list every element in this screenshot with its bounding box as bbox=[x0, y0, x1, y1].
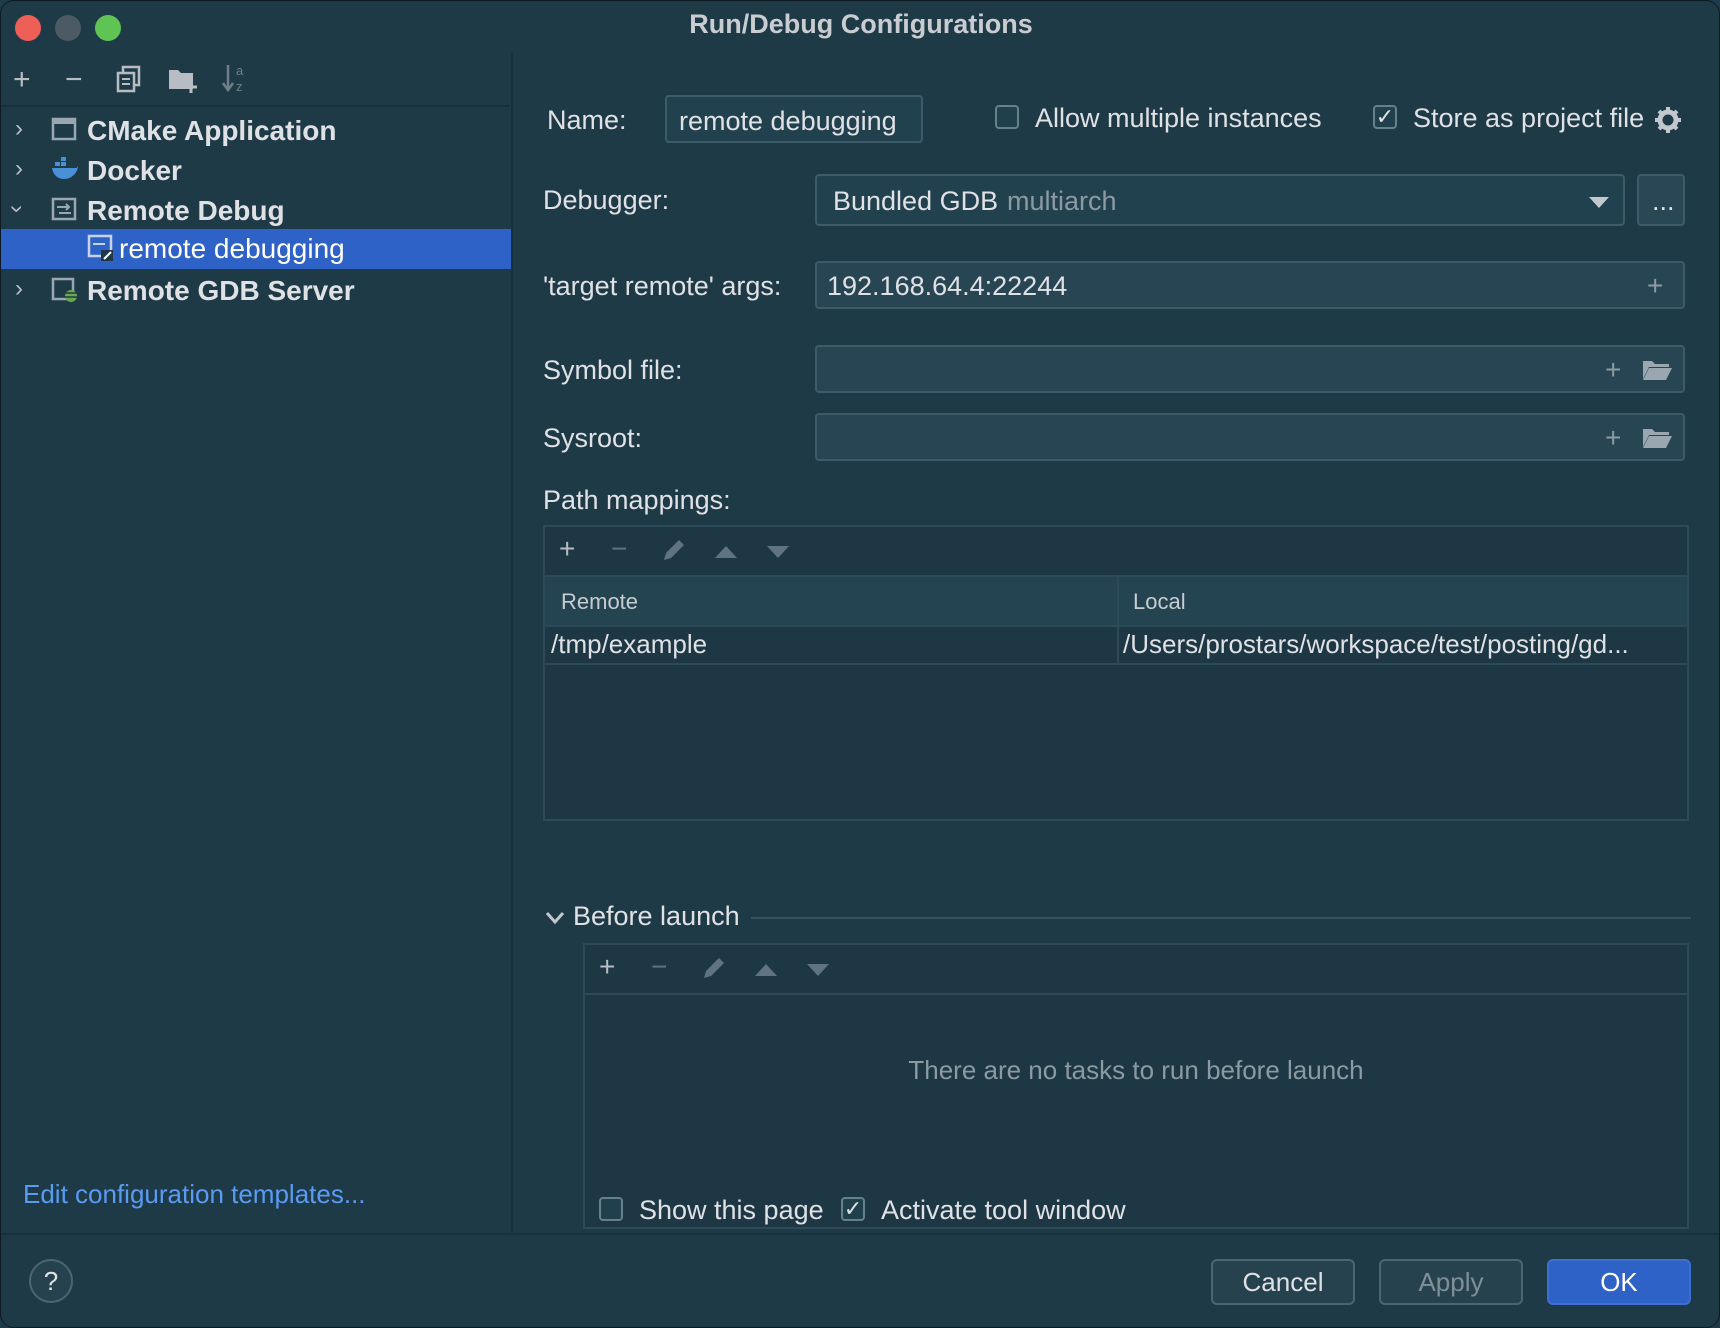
add-macro-icon[interactable]: + bbox=[1605, 424, 1621, 452]
column-header-local[interactable]: Local bbox=[1133, 589, 1186, 615]
tree-item-cmake-application[interactable]: › CMake Application bbox=[1, 111, 511, 151]
column-divider[interactable] bbox=[1117, 577, 1119, 625]
empty-tasks-text: There are no tasks to run before launch bbox=[908, 1055, 1364, 1085]
config-tree-panel: + − az › CMake Application › Docker › Re… bbox=[1, 53, 513, 1233]
remove-icon[interactable]: − bbox=[651, 951, 667, 983]
move-up-icon[interactable] bbox=[715, 545, 737, 563]
move-down-icon[interactable] bbox=[767, 545, 789, 563]
chevron-down-icon bbox=[1589, 196, 1609, 214]
table-cell-remote[interactable]: /tmp/example bbox=[551, 629, 707, 660]
table-cell-local[interactable]: /Users/prostars/workspace/test/posting/g… bbox=[1123, 629, 1629, 660]
move-up-icon[interactable] bbox=[755, 963, 777, 981]
footer-divider bbox=[1, 1233, 1719, 1235]
symbol-file-label: Symbol file: bbox=[543, 355, 683, 385]
section-divider bbox=[751, 917, 1691, 919]
column-header-remote[interactable]: Remote bbox=[561, 589, 638, 615]
edit-icon[interactable] bbox=[661, 537, 687, 568]
gear-icon[interactable] bbox=[1653, 105, 1683, 140]
debugger-label: Debugger: bbox=[543, 185, 670, 215]
tree-item-label: Docker bbox=[87, 155, 182, 186]
ok-button[interactable]: OK bbox=[1547, 1259, 1691, 1305]
tree-item-label: remote debugging bbox=[119, 233, 345, 264]
show-page-label: Show this page bbox=[639, 1195, 824, 1225]
before-launch-label[interactable]: Before launch bbox=[573, 901, 740, 932]
path-mappings-label: Path mappings: bbox=[543, 485, 731, 515]
store-project-checkbox[interactable]: ✓ bbox=[1373, 105, 1397, 129]
window-title: Run/Debug Configurations bbox=[689, 9, 1033, 39]
sysroot-label: Sysroot: bbox=[543, 423, 643, 453]
remote-debug-icon bbox=[51, 196, 77, 222]
add-icon[interactable]: + bbox=[13, 63, 31, 97]
allow-multiple-label: Allow multiple instances bbox=[1035, 103, 1322, 133]
folder-icon[interactable] bbox=[1641, 425, 1673, 456]
add-macro-icon[interactable]: + bbox=[1605, 356, 1621, 384]
chevron-right-icon[interactable]: › bbox=[15, 115, 23, 143]
toolbar-divider bbox=[585, 993, 1687, 995]
show-page-checkbox[interactable] bbox=[599, 1197, 623, 1221]
config-editor-panel: Name: remote debugging Allow multiple in… bbox=[511, 53, 1719, 1233]
apply-button[interactable]: Apply bbox=[1379, 1259, 1523, 1305]
chevron-right-icon[interactable]: › bbox=[15, 275, 23, 303]
remote-gdb-server-icon bbox=[51, 276, 77, 302]
checkmark-icon: ✓ bbox=[843, 1196, 863, 1221]
browse-button-label: ... bbox=[1652, 186, 1675, 216]
target-remote-value: 192.168.64.4:22244 bbox=[827, 271, 1068, 301]
allow-multiple-checkbox[interactable] bbox=[995, 105, 1019, 129]
new-folder-icon[interactable] bbox=[167, 65, 199, 98]
add-icon[interactable]: + bbox=[599, 951, 615, 983]
svg-text:z: z bbox=[236, 79, 243, 94]
store-project-label: Store as project file bbox=[1413, 103, 1645, 133]
tree-item-label: Remote GDB Server bbox=[87, 275, 355, 306]
debugger-suffix: multiarch bbox=[1007, 186, 1117, 216]
toolbar-divider bbox=[1, 105, 509, 107]
run-debug-dialog: Run/Debug Configurations + − az › CMake … bbox=[0, 0, 1720, 1328]
target-remote-field[interactable]: 192.168.64.4:22244 + bbox=[815, 261, 1685, 309]
tree-item-remote-debug[interactable]: › Remote Debug bbox=[1, 191, 511, 231]
table-header: Remote Local bbox=[545, 575, 1687, 627]
before-launch-tasks: + − There are no tasks to run before lau… bbox=[583, 943, 1689, 1229]
chevron-down-icon[interactable] bbox=[545, 911, 565, 930]
symbol-file-field[interactable]: + bbox=[815, 345, 1685, 393]
folder-icon[interactable] bbox=[1641, 357, 1673, 388]
name-field-value: remote debugging bbox=[679, 106, 897, 136]
add-icon[interactable]: + bbox=[559, 533, 575, 565]
activate-tool-window-checkbox[interactable]: ✓ bbox=[841, 1197, 865, 1221]
name-field[interactable]: remote debugging bbox=[665, 95, 923, 143]
target-remote-label: 'target remote' args: bbox=[543, 271, 782, 301]
tree-item-docker[interactable]: › Docker bbox=[1, 151, 511, 191]
cmake-app-icon bbox=[51, 116, 77, 142]
title-bar: Run/Debug Configurations bbox=[1, 1, 1719, 53]
activate-tool-window-label: Activate tool window bbox=[881, 1195, 1126, 1225]
tree-item-label: Remote Debug bbox=[87, 195, 285, 226]
help-button[interactable]: ? bbox=[29, 1259, 73, 1303]
svg-text:a: a bbox=[236, 63, 244, 78]
name-label: Name: bbox=[547, 105, 627, 135]
tree-item-remote-gdb-server[interactable]: › Remote GDB Server bbox=[1, 271, 511, 311]
debugger-select[interactable]: Bundled GDB multiarch bbox=[815, 174, 1625, 226]
path-mappings-table: + − Remote Local /tmp/example /Users/pro… bbox=[543, 525, 1689, 821]
add-macro-icon[interactable]: + bbox=[1647, 272, 1663, 300]
checkmark-icon: ✓ bbox=[1375, 104, 1395, 129]
debugger-browse-button[interactable]: ... bbox=[1637, 174, 1685, 226]
chevron-right-icon[interactable]: › bbox=[15, 155, 23, 183]
tree-item-label: CMake Application bbox=[87, 115, 337, 146]
remove-icon[interactable]: − bbox=[611, 533, 627, 565]
copy-icon[interactable] bbox=[115, 65, 143, 98]
column-divider bbox=[1117, 625, 1119, 663]
table-row[interactable]: /tmp/example /Users/prostars/workspace/t… bbox=[545, 625, 1687, 665]
edit-icon[interactable] bbox=[701, 955, 727, 986]
tree-item-remote-debugging[interactable]: remote debugging bbox=[1, 229, 511, 269]
docker-icon bbox=[51, 156, 78, 182]
move-down-icon[interactable] bbox=[807, 963, 829, 981]
remove-icon[interactable]: − bbox=[65, 63, 83, 97]
debugger-value: Bundled GDB bbox=[833, 186, 999, 216]
cancel-button[interactable]: Cancel bbox=[1211, 1259, 1355, 1305]
remote-debug-config-icon bbox=[87, 234, 113, 261]
sysroot-field[interactable]: + bbox=[815, 413, 1685, 461]
edit-configuration-templates-link[interactable]: Edit configuration templates... bbox=[23, 1179, 366, 1210]
sort-alpha-icon[interactable]: az bbox=[221, 61, 251, 100]
chevron-down-icon[interactable]: › bbox=[3, 205, 31, 213]
